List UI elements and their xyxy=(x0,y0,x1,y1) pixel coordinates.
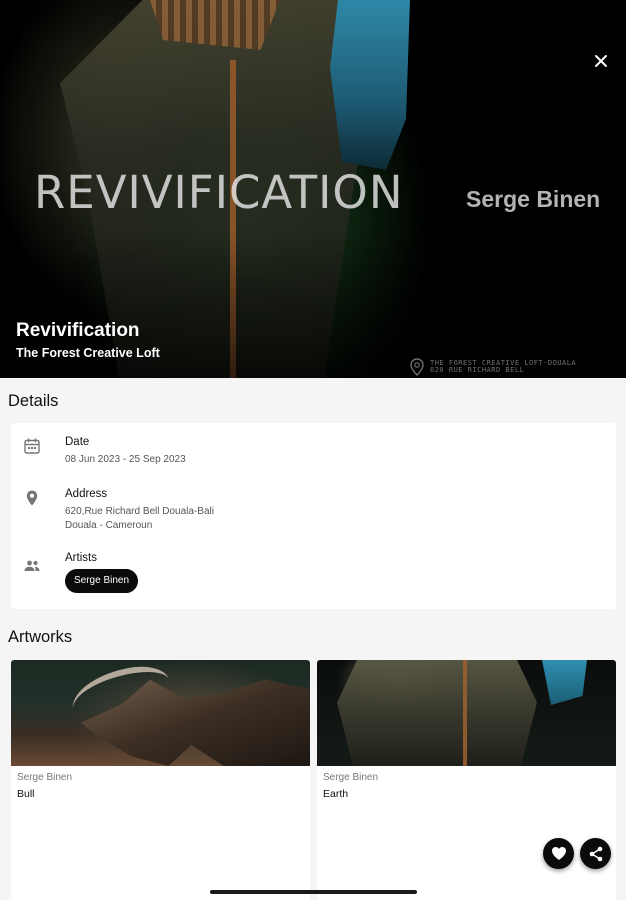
address-line-1: 620,Rue Richard Bell Douala-Bali xyxy=(65,506,214,517)
watermark-pin-icon xyxy=(410,358,424,376)
artwork-card-earth[interactable]: Serge Binen Earth xyxy=(317,660,616,900)
poster-watermark: THE FOREST CREATIVE LOFT-DOUALA 620 RUE … xyxy=(410,358,576,376)
artwork-artist: Serge Binen xyxy=(323,772,379,783)
calendar-icon xyxy=(24,438,40,454)
details-card: Date 08 Jun 2023 - 25 Sep 2023 Address 6… xyxy=(11,423,616,609)
artists-label: Artists xyxy=(65,552,97,564)
address-label: Address xyxy=(65,488,108,500)
people-icon xyxy=(24,560,40,571)
close-button[interactable] xyxy=(588,48,614,74)
watermark-line-2: 620 RUE RICHARD BELL xyxy=(430,366,525,374)
date-value: 08 Jun 2023 - 25 Sep 2023 xyxy=(65,454,186,465)
home-indicator[interactable] xyxy=(210,890,417,894)
artwork-title: Bull xyxy=(17,788,35,800)
poster-title: REVIVIFICATION xyxy=(34,166,404,219)
favorite-button[interactable] xyxy=(543,838,574,869)
artwork-artist: Serge Binen xyxy=(17,772,73,783)
date-label: Date xyxy=(65,436,90,448)
close-icon xyxy=(595,55,607,67)
artworks-heading: Artworks xyxy=(8,628,73,646)
heart-icon xyxy=(551,847,566,860)
artwork-image-earth xyxy=(317,660,616,766)
location-pin-icon xyxy=(26,490,38,506)
exhibition-venue: The Forest Creative Loft xyxy=(16,346,160,360)
exhibition-title: Revivification xyxy=(16,320,140,341)
artwork-image-bull xyxy=(11,660,310,766)
artwork-title: Earth xyxy=(323,788,349,800)
exhibition-hero-image: REVIVIFICATION Serge Binen THE FOREST CR… xyxy=(0,0,626,378)
address-value: 620,Rue Richard Bell Douala-Bali Douala … xyxy=(65,505,214,533)
address-line-2: Douala - Cameroun xyxy=(65,520,153,531)
artwork-card-bull[interactable]: Serge Binen Bull xyxy=(11,660,310,900)
details-heading: Details xyxy=(8,392,59,410)
poster-artist: Serge Binen xyxy=(466,186,601,212)
sculpture-blue-canister xyxy=(330,0,410,170)
share-icon xyxy=(589,846,602,861)
artist-chip-serge-binen[interactable]: Serge Binen xyxy=(65,569,139,593)
share-button[interactable] xyxy=(580,838,611,869)
